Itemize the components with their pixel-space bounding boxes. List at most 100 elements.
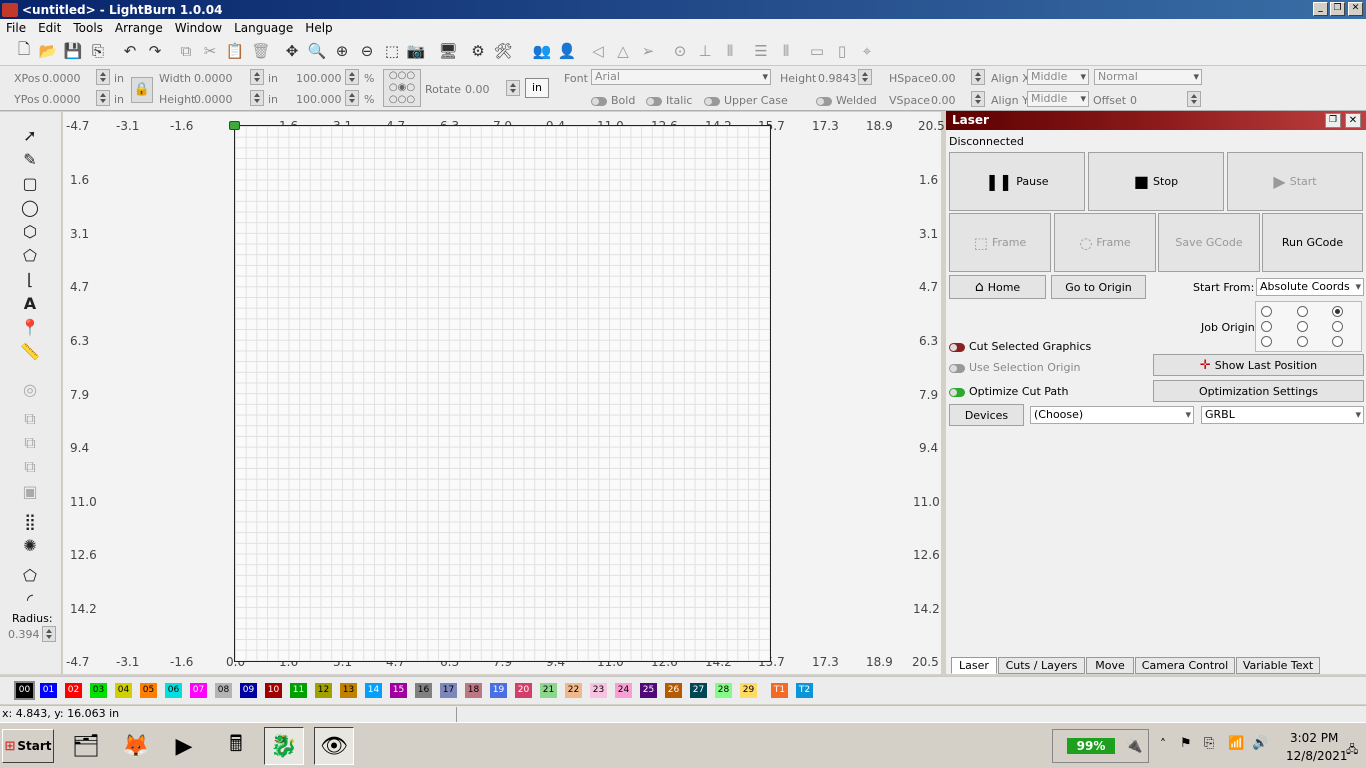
layer-swatch-19[interactable]: 19 xyxy=(490,683,507,698)
align-icon[interactable]: ⊥ xyxy=(695,41,715,61)
ungroup-icon[interactable]: 👤 xyxy=(557,41,577,61)
zoom-frame-icon[interactable]: ⬚ xyxy=(382,41,402,61)
pen-icon[interactable]: ✎ xyxy=(18,148,42,170)
layer-swatch-04[interactable]: 04 xyxy=(115,683,132,698)
xpos-spinner[interactable] xyxy=(96,69,110,85)
polygon-icon[interactable]: ⬡ xyxy=(18,220,42,242)
layer-swatch-27[interactable]: 27 xyxy=(690,683,707,698)
monitor-icon[interactable]: 🖥 xyxy=(438,41,458,61)
minimize-button[interactable]: _ xyxy=(1313,2,1328,16)
xpos-field[interactable]: 0.0000 xyxy=(42,72,81,85)
vspace-field[interactable]: 0.00 xyxy=(931,94,956,107)
edit-nodes-icon[interactable]: ⬠ xyxy=(18,564,42,586)
home-button[interactable]: ⌂ Home xyxy=(949,275,1046,299)
origin-radio-br[interactable] xyxy=(1332,336,1343,347)
origin-radio-bc[interactable] xyxy=(1297,336,1308,347)
ypos-spinner[interactable] xyxy=(96,90,110,106)
distribute-icon[interactable]: ⫴ xyxy=(720,41,740,61)
upper-case-toggle[interactable]: Upper Case xyxy=(704,94,788,107)
rotate-field[interactable]: 0.00 xyxy=(465,83,490,96)
layer-swatch-15[interactable]: 15 xyxy=(390,683,407,698)
use-selection-origin-toggle[interactable]: Use Selection Origin xyxy=(949,361,1080,374)
start-button[interactable]: ▶ Start xyxy=(1227,152,1363,211)
layer-swatch-00[interactable]: 00 xyxy=(14,681,35,700)
stop-button[interactable]: ■ Stop xyxy=(1088,152,1224,211)
height-field[interactable]: 0.0000 xyxy=(194,93,233,106)
offset-icon[interactable]: ⌊ xyxy=(18,268,42,290)
layer-swatch-18[interactable]: 18 xyxy=(465,683,482,698)
mirror-icon[interactable]: △ xyxy=(613,41,633,61)
devices-tray-icon[interactable]: ⎘ xyxy=(1204,736,1214,751)
frame-rect-button[interactable]: ⬚ Frame xyxy=(949,213,1051,272)
network-status-icon[interactable]: 🖧 xyxy=(1346,741,1358,760)
layer-swatch-03[interactable]: 03 xyxy=(90,683,107,698)
layer-swatch-22[interactable]: 22 xyxy=(565,683,582,698)
import-icon[interactable]: ⎘ xyxy=(88,41,108,61)
weld-icon[interactable]: ▣ xyxy=(18,480,42,502)
origin-radio-tr[interactable] xyxy=(1332,306,1343,317)
dist-v-icon[interactable]: ▯ xyxy=(832,41,852,61)
pentagon-icon[interactable]: ⬠ xyxy=(18,244,42,266)
layer-swatch-21[interactable]: 21 xyxy=(540,683,557,698)
rotate-icon[interactable]: ➢ xyxy=(638,41,658,61)
tray-expand-icon[interactable]: ˄ xyxy=(1160,737,1166,751)
float-panel-icon[interactable]: ❐ xyxy=(1325,113,1341,128)
origin-radio-ml[interactable] xyxy=(1261,321,1272,332)
origin-radio-tc[interactable] xyxy=(1297,306,1308,317)
welded-toggle[interactable]: Welded xyxy=(816,94,877,107)
start-button[interactable]: ⊞ Start xyxy=(2,729,54,763)
layer-swatch-24[interactable]: 24 xyxy=(615,683,632,698)
hspace-spinner[interactable] xyxy=(971,69,985,85)
firefox-icon[interactable]: 🦊 xyxy=(116,727,156,765)
run-gcode-button[interactable]: Run GCode xyxy=(1262,213,1363,272)
crosshair-icon[interactable]: ⌖ xyxy=(857,41,877,61)
menu-language[interactable]: Language xyxy=(228,21,299,35)
align-y-select[interactable]: Middle xyxy=(1027,91,1089,107)
hspace-field[interactable]: 0.00 xyxy=(931,72,956,85)
grid-array-icon[interactable]: ⣿ xyxy=(18,510,42,532)
calculator-icon[interactable]: 🖩 xyxy=(216,727,256,765)
width-field[interactable]: 0.0000 xyxy=(194,72,233,85)
ellipse-icon[interactable]: ◯ xyxy=(18,196,42,218)
unit-toggle-button[interactable]: in xyxy=(525,78,549,98)
ypos-field[interactable]: 0.0000 xyxy=(42,93,81,106)
text-icon[interactable]: A xyxy=(18,292,42,314)
layer-swatch-06[interactable]: 06 xyxy=(165,683,182,698)
action-center-flag-icon[interactable]: ⚑ xyxy=(1180,736,1192,751)
layer-swatch-25[interactable]: 25 xyxy=(640,683,657,698)
origin-radio-mr[interactable] xyxy=(1332,321,1343,332)
open-folder-icon[interactable]: 📂 xyxy=(38,41,58,61)
rotate-spinner[interactable] xyxy=(506,80,520,96)
lightburn-task-icon[interactable]: 🐉 xyxy=(264,727,304,765)
align-hcenter-icon[interactable]: ⦀ xyxy=(776,41,796,61)
delete-icon[interactable]: 🗑 xyxy=(251,41,271,61)
origin-radio-tl[interactable] xyxy=(1261,306,1272,317)
text-style-select[interactable]: Normal xyxy=(1094,69,1202,85)
workspace-grid[interactable] xyxy=(234,125,771,662)
font-height-field[interactable]: 0.9843 xyxy=(818,72,857,85)
go-to-origin-button[interactable]: Go to Origin xyxy=(1051,275,1146,299)
layer-swatch-05[interactable]: 05 xyxy=(140,683,157,698)
center-icon[interactable]: ⊙ xyxy=(670,41,690,61)
media-player-icon[interactable]: ▶ xyxy=(164,727,204,765)
scale-height-field[interactable]: 100.000 xyxy=(296,93,342,106)
width-spinner[interactable] xyxy=(250,69,264,85)
circular-array-icon[interactable]: ✺ xyxy=(18,534,42,556)
layer-swatch-02[interactable]: 02 xyxy=(65,683,82,698)
layer-swatch-16[interactable]: 16 xyxy=(415,683,432,698)
scale-width-spinner[interactable] xyxy=(345,69,359,85)
font-select[interactable]: Arial xyxy=(591,69,771,85)
bold-toggle[interactable]: Bold xyxy=(591,94,635,107)
corner-radius-icon[interactable]: ◜ xyxy=(18,588,42,610)
zoom-out-icon[interactable]: ⊖ xyxy=(357,41,377,61)
layer-swatch-08[interactable]: 08 xyxy=(215,683,232,698)
tab-move[interactable]: Move xyxy=(1086,657,1134,674)
copy-icon[interactable]: ⧉ xyxy=(176,41,196,61)
controller-select[interactable]: GRBL xyxy=(1201,406,1364,424)
layer-swatch-07[interactable]: 07 xyxy=(190,683,207,698)
layer-swatch-23[interactable]: 23 xyxy=(590,683,607,698)
new-file-icon[interactable]: 🗋 xyxy=(14,40,34,61)
device-select[interactable]: (Choose) xyxy=(1030,406,1194,424)
clock-time[interactable]: 3:02 PM xyxy=(1290,731,1338,745)
save-gcode-button[interactable]: Save GCode xyxy=(1158,213,1260,272)
